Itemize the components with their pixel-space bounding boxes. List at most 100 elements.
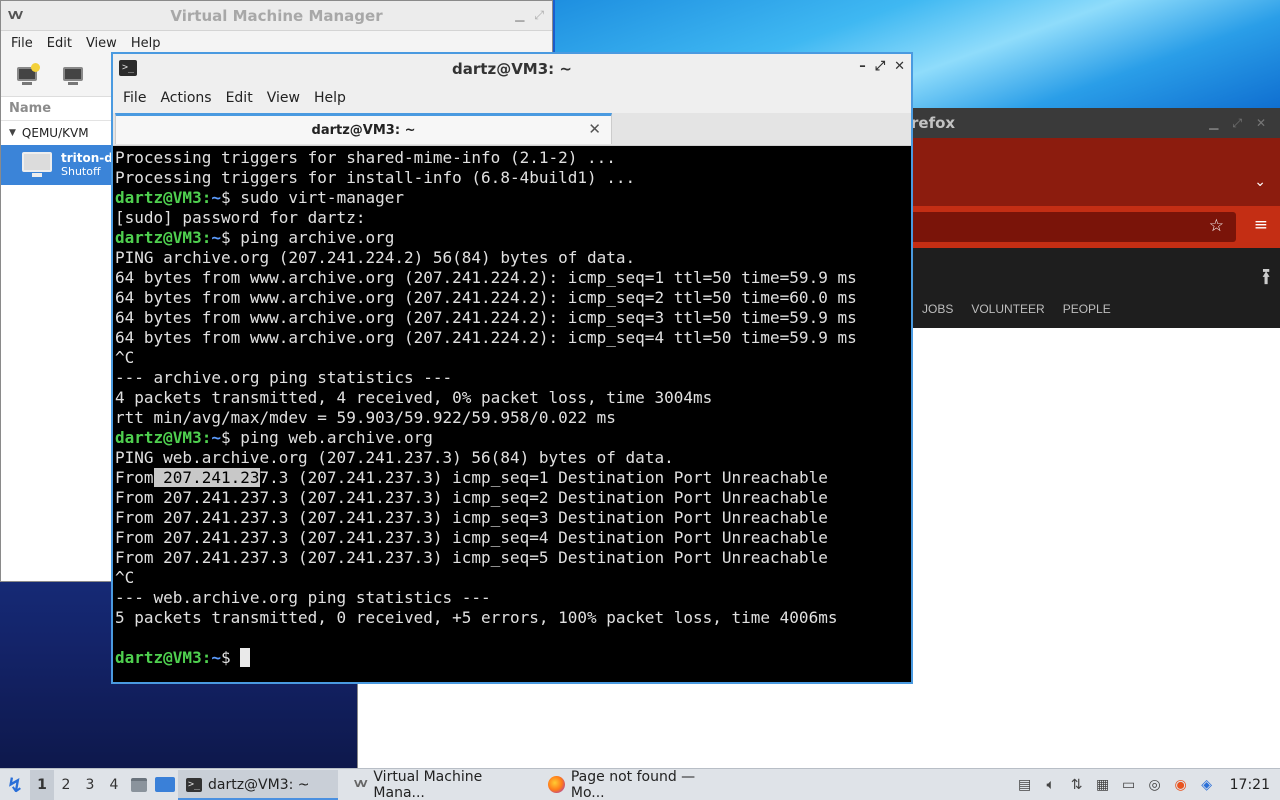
nav-link-people[interactable]: PEOPLE: [1063, 302, 1111, 316]
terminal-app-icon: >_: [119, 60, 137, 76]
prompt-user: dartz@VM3:: [115, 228, 212, 247]
menu-edit[interactable]: Edit: [40, 36, 79, 51]
notification-icon[interactable]: ◈: [1198, 776, 1216, 794]
output-text: ^C: [115, 348, 135, 367]
display-icon[interactable]: ▭: [1120, 776, 1138, 794]
virt-manager-titlebar[interactable]: VV Virtual Machine Manager ▁ ⤢: [1, 1, 552, 31]
close-icon[interactable]: ✕: [894, 59, 905, 74]
output-text: --- archive.org ping statistics ---: [115, 368, 453, 387]
vm-monitor-icon: [21, 152, 53, 178]
list-all-tabs-icon[interactable]: ⌄: [1254, 174, 1266, 190]
menu-help[interactable]: Help: [307, 90, 353, 106]
notes-icon[interactable]: ▦: [1094, 776, 1112, 794]
maximize-icon[interactable]: ⤢: [534, 8, 544, 23]
workspace-4[interactable]: 4: [102, 770, 126, 800]
new-vm-icon[interactable]: [13, 62, 41, 87]
workspace-1[interactable]: 1: [30, 769, 54, 800]
upload-icon[interactable]: ⭱: [1262, 260, 1270, 298]
volume-icon[interactable]: 🔈︎: [1042, 776, 1060, 794]
output-text: Processing triggers for install-info (6.…: [115, 168, 636, 187]
prompt-symbol: $: [220, 648, 241, 667]
firefox-icon: [548, 776, 565, 793]
output-text: From 207.241.237.3 (207.241.237.3) icmp_…: [115, 488, 828, 507]
menu-file[interactable]: File: [4, 36, 40, 51]
prompt-path: ~: [211, 228, 221, 247]
taskbar: ↯ 1 2 3 4 >_ dartz@VM3: ~ VV Virtual Mac…: [0, 768, 1280, 800]
update-icon[interactable]: ◎: [1146, 776, 1164, 794]
minimize-icon[interactable]: ▁: [1209, 116, 1218, 131]
terminal-line: From 207.241.237.3 (207.241.237.3) icmp_…: [115, 528, 911, 548]
ubuntu-icon[interactable]: ◉: [1172, 776, 1190, 794]
terminal-line: 4 packets transmitted, 4 received, 0% pa…: [115, 388, 911, 408]
terminal-line: 64 bytes from www.archive.org (207.241.2…: [115, 288, 911, 308]
workspace-2[interactable]: 2: [54, 770, 78, 800]
terminal-line: 5 packets transmitted, 0 received, +5 er…: [115, 608, 911, 628]
open-console-icon[interactable]: [59, 65, 87, 87]
show-desktop-launcher[interactable]: [152, 770, 178, 800]
virt-manager-window-controls: ▁ ⤢: [515, 8, 544, 23]
prompt-symbol: $: [220, 228, 241, 247]
expander-triangle-icon[interactable]: ▼: [9, 128, 16, 138]
show-desktop-icon: [155, 777, 175, 792]
terminal-line: From 207.241.237.3 (207.241.237.3) icmp_…: [115, 548, 911, 568]
clock[interactable]: 17:21: [1230, 777, 1270, 793]
menu-file[interactable]: File: [116, 90, 153, 106]
terminal-titlebar[interactable]: >_ dartz@VM3: ~ – ⤢ ✕: [113, 54, 911, 83]
hamburger-menu-icon[interactable]: ≡: [1254, 215, 1268, 235]
terminal-output[interactable]: Processing triggers for shared-mime-info…: [113, 146, 911, 682]
workspace-3[interactable]: 3: [78, 770, 102, 800]
terminal-icon: >_: [186, 777, 202, 792]
terminal-line: dartz@VM3:~$ ping web.archive.org: [115, 428, 911, 448]
vm-status: Shutoff: [61, 165, 101, 178]
task-label: dartz@VM3: ~: [208, 776, 310, 793]
firefox-window-controls: ▁ ⤢ ✕: [1209, 116, 1266, 131]
task-label: Virtual Machine Mana...: [373, 768, 483, 800]
terminal-line: [sudo] password for dartz:: [115, 208, 911, 228]
terminal-line: --- archive.org ping statistics ---: [115, 368, 911, 388]
start-menu-icon[interactable]: ↯: [0, 770, 30, 800]
terminal-line: PING web.archive.org (207.241.237.3) 56(…: [115, 448, 911, 468]
prompt-path: ~: [211, 188, 221, 207]
command-text: ping web.archive.org: [240, 428, 433, 447]
output-text: From 207.241.237.3 (207.241.237.3) icmp_…: [115, 508, 828, 527]
terminal-line: PING archive.org (207.241.224.2) 56(84) …: [115, 248, 911, 268]
maximize-icon[interactable]: ⤢: [1232, 116, 1242, 131]
output-text: 5 packets transmitted, 0 received, +5 er…: [115, 608, 838, 627]
minimize-icon[interactable]: –: [859, 59, 866, 74]
terminal-line: --- web.archive.org ping statistics ---: [115, 588, 911, 608]
output-text: ^C: [115, 568, 135, 587]
file-manager-launcher[interactable]: [126, 770, 152, 800]
task-label: Page not found — Mo...: [570, 768, 696, 800]
maximize-icon[interactable]: ⤢: [875, 59, 885, 74]
nav-link-volunteer[interactable]: VOLUNTEER: [971, 302, 1044, 316]
task-virt-manager[interactable]: VV Virtual Machine Mana...: [344, 768, 540, 800]
terminal-tab[interactable]: dartz@VM3: ~ ✕: [115, 113, 612, 144]
terminal-line: dartz@VM3:~$: [115, 648, 911, 668]
task-terminal[interactable]: >_ dartz@VM3: ~: [178, 769, 338, 800]
menu-help[interactable]: Help: [124, 36, 168, 51]
terminal-line: 64 bytes from www.archive.org (207.241.2…: [115, 268, 911, 288]
close-icon[interactable]: ✕: [1256, 116, 1266, 131]
network-icon[interactable]: ⇅: [1068, 776, 1086, 794]
task-firefox[interactable]: Page not found — Mo...: [540, 768, 740, 800]
output-text: rtt min/avg/max/mdev = 59.903/59.922/59.…: [115, 408, 616, 427]
close-tab-icon[interactable]: ✕: [588, 120, 601, 138]
firefox-title: refox: [911, 114, 956, 132]
menu-view[interactable]: View: [79, 36, 124, 51]
virt-manager-icon: VV: [8, 9, 23, 22]
terminal-line: 64 bytes from www.archive.org (207.241.2…: [115, 308, 911, 328]
menu-actions[interactable]: Actions: [153, 90, 218, 106]
terminal-window[interactable]: >_ dartz@VM3: ~ – ⤢ ✕ File Actions Edit …: [111, 52, 913, 684]
menu-edit[interactable]: Edit: [219, 90, 260, 106]
clipboard-icon[interactable]: ▤: [1016, 776, 1034, 794]
terminal-line: ^C: [115, 568, 911, 588]
minimize-icon[interactable]: ▁: [515, 8, 524, 23]
menu-view[interactable]: View: [260, 90, 307, 106]
prompt-path: ~: [211, 648, 221, 667]
nav-link-jobs[interactable]: JOBS: [922, 302, 953, 316]
terminal-line: 64 bytes from www.archive.org (207.241.2…: [115, 328, 911, 348]
bookmark-star-icon[interactable]: ☆: [1209, 216, 1224, 236]
terminal-menubar: File Actions Edit View Help: [113, 83, 911, 113]
output-text: --- web.archive.org ping statistics ---: [115, 588, 491, 607]
